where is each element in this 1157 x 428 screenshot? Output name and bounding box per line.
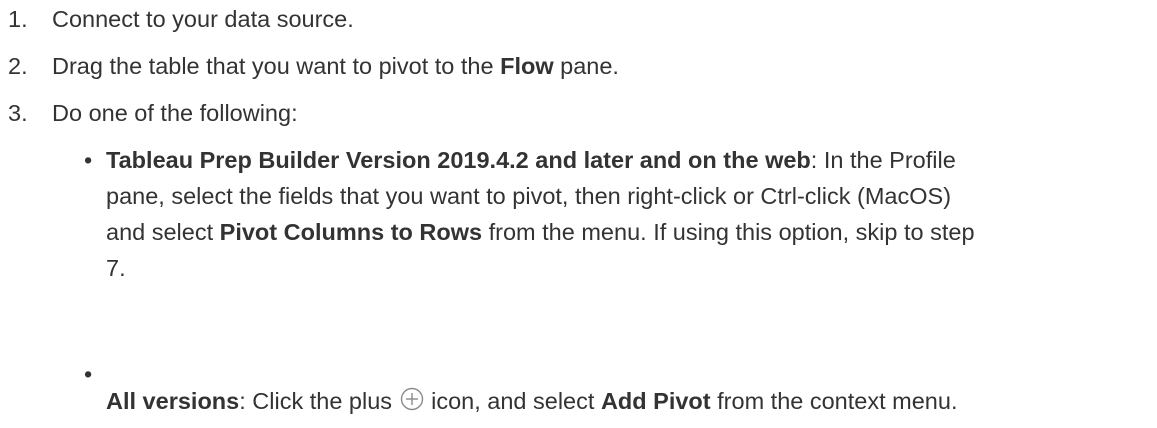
step-3: 3. Do one of the following:	[0, 95, 298, 131]
step-number: 3.	[8, 100, 28, 126]
step-number: 1.	[8, 6, 28, 32]
bullet-line-1: Tableau Prep Builder Version 2019.4.2 an…	[106, 142, 1154, 178]
document-body: 1. Connect to your data source. 2. Drag th…	[0, 0, 1157, 428]
flow-pane-term: Flow	[500, 53, 554, 79]
bullet-text: : Click the plus	[239, 388, 399, 414]
bullet-text: from the menu. If using this option, ski…	[482, 219, 975, 245]
bullet-line-2: pane, select the fields that you want to…	[106, 183, 952, 209]
bullet-marker: •	[84, 361, 93, 387]
step-number: 2.	[8, 53, 28, 79]
version-term: Tableau Prep Builder Version 2019.4.2 an…	[106, 147, 811, 173]
step-1: 1. Connect to your data source.	[0, 1, 354, 37]
all-versions-term: All versions	[106, 388, 240, 414]
step-text-pre: Drag the table that you want to pivot to…	[52, 53, 501, 79]
plus-circle-icon	[400, 385, 424, 411]
step-text: Connect to your data source.	[52, 6, 354, 32]
bullet-text: icon, and select	[424, 388, 601, 414]
bullet-line-4: 7.	[106, 255, 126, 281]
step-text-post: pane.	[553, 53, 619, 79]
bullet-marker: •	[84, 147, 93, 173]
bullet-item-prep-builder: • Tableau Prep Builder Version 2019.4.2 …	[84, 142, 1154, 286]
bullet-text: from the context menu.	[710, 388, 958, 414]
step-text: Do one of the following:	[52, 100, 298, 126]
bullet-line: All versions: Click the plus icon, and s…	[106, 383, 957, 419]
bullet-line-3: and select Pivot Columns to Rows from th…	[106, 214, 1154, 250]
pivot-columns-term: Pivot Columns to Rows	[219, 219, 483, 245]
step-2: 2. Drag the table that you want to pivot …	[0, 48, 619, 84]
add-pivot-term: Add Pivot	[600, 388, 711, 414]
bullet-text: : In the Profile	[810, 147, 956, 173]
bullet-text: and select	[106, 219, 220, 245]
